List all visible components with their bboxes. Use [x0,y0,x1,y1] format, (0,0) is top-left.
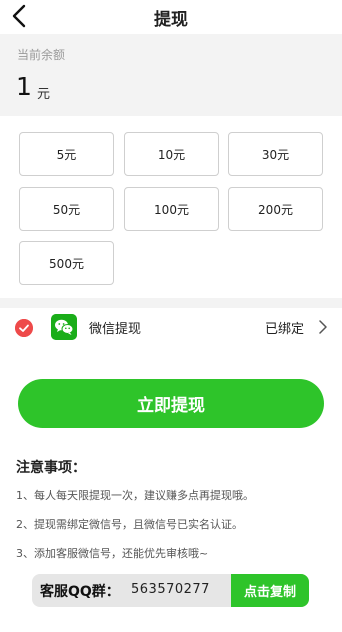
section-divider [0,298,342,308]
amount-option-200[interactable]: 200元 [228,187,323,231]
wechat-withdraw-label: 微信提现 [89,322,142,337]
notice-item: 2、提现需绑定微信号，且微信号已实名认证。 [16,518,243,531]
wechat-icon [51,314,77,340]
balance-label: 当前余额 [17,48,66,62]
notice-item: 3、添加客服微信号，还能优先审核哦~ [16,547,209,560]
amount-option-100[interactable]: 100元 [124,187,219,231]
amount-option-10[interactable]: 10元 [124,132,219,176]
balance-unit: 元 [37,87,51,102]
header-bar: 提现 [0,0,342,34]
amount-option-50[interactable]: 50元 [19,187,114,231]
wechat-withdraw-row[interactable]: 微信提现 已绑定 [0,308,342,348]
qq-group-number: 563570277 [131,582,210,597]
amount-option-30[interactable]: 30元 [228,132,323,176]
balance-panel: 当前余额 1 元 [0,34,342,116]
binding-status: 已绑定 [265,322,305,337]
amount-option-5[interactable]: 5元 [19,132,114,176]
notice-title: 注意事项： [16,460,86,476]
amount-option-500[interactable]: 500元 [19,241,114,285]
copy-button[interactable]: 点击复制 [231,574,309,607]
qq-group-label: 客服QQ群： [40,584,120,600]
notice-item: 1、每人每天限提现一次，建议赚多点再提现哦。 [16,489,254,502]
page-title: 提现 [154,10,188,30]
support-qq-bar: 客服QQ群： 563570277 点击复制 [32,574,309,607]
withdraw-now-button[interactable]: 立即提现 [18,379,324,428]
check-icon[interactable] [15,319,33,337]
balance-amount: 1 [16,72,32,101]
chevron-right-icon [319,320,327,334]
